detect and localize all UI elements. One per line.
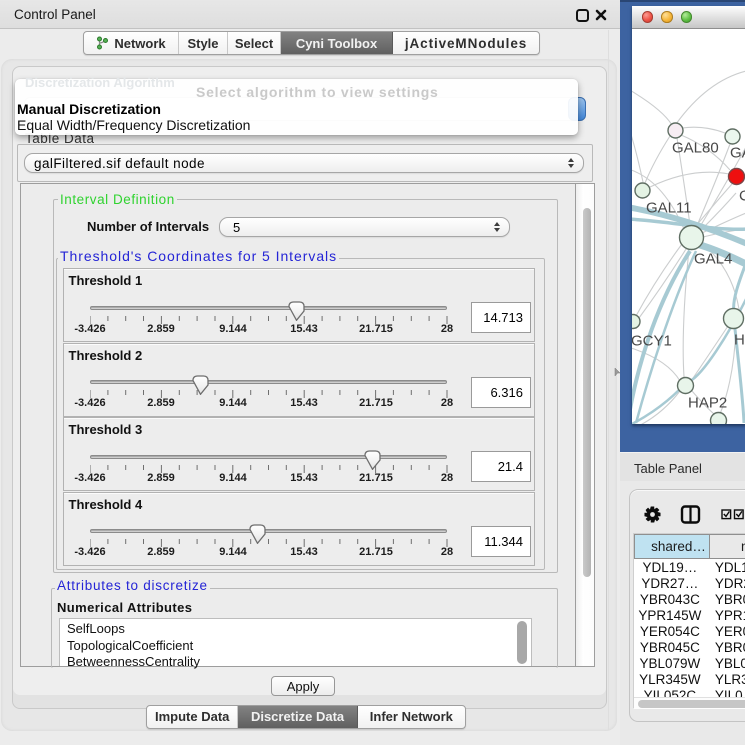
svg-text:C: C [739, 187, 745, 204]
svg-text:GAL80: GAL80 [672, 139, 719, 156]
svg-text:GAL11: GAL11 [646, 199, 692, 216]
svg-text:GAL4: GAL4 [694, 250, 732, 267]
svg-text:HA: HA [734, 331, 745, 348]
svg-text:HAP2: HAP2 [688, 394, 727, 411]
svg-text:GA: GA [730, 144, 745, 161]
svg-text:GCY1: GCY1 [632, 332, 672, 349]
